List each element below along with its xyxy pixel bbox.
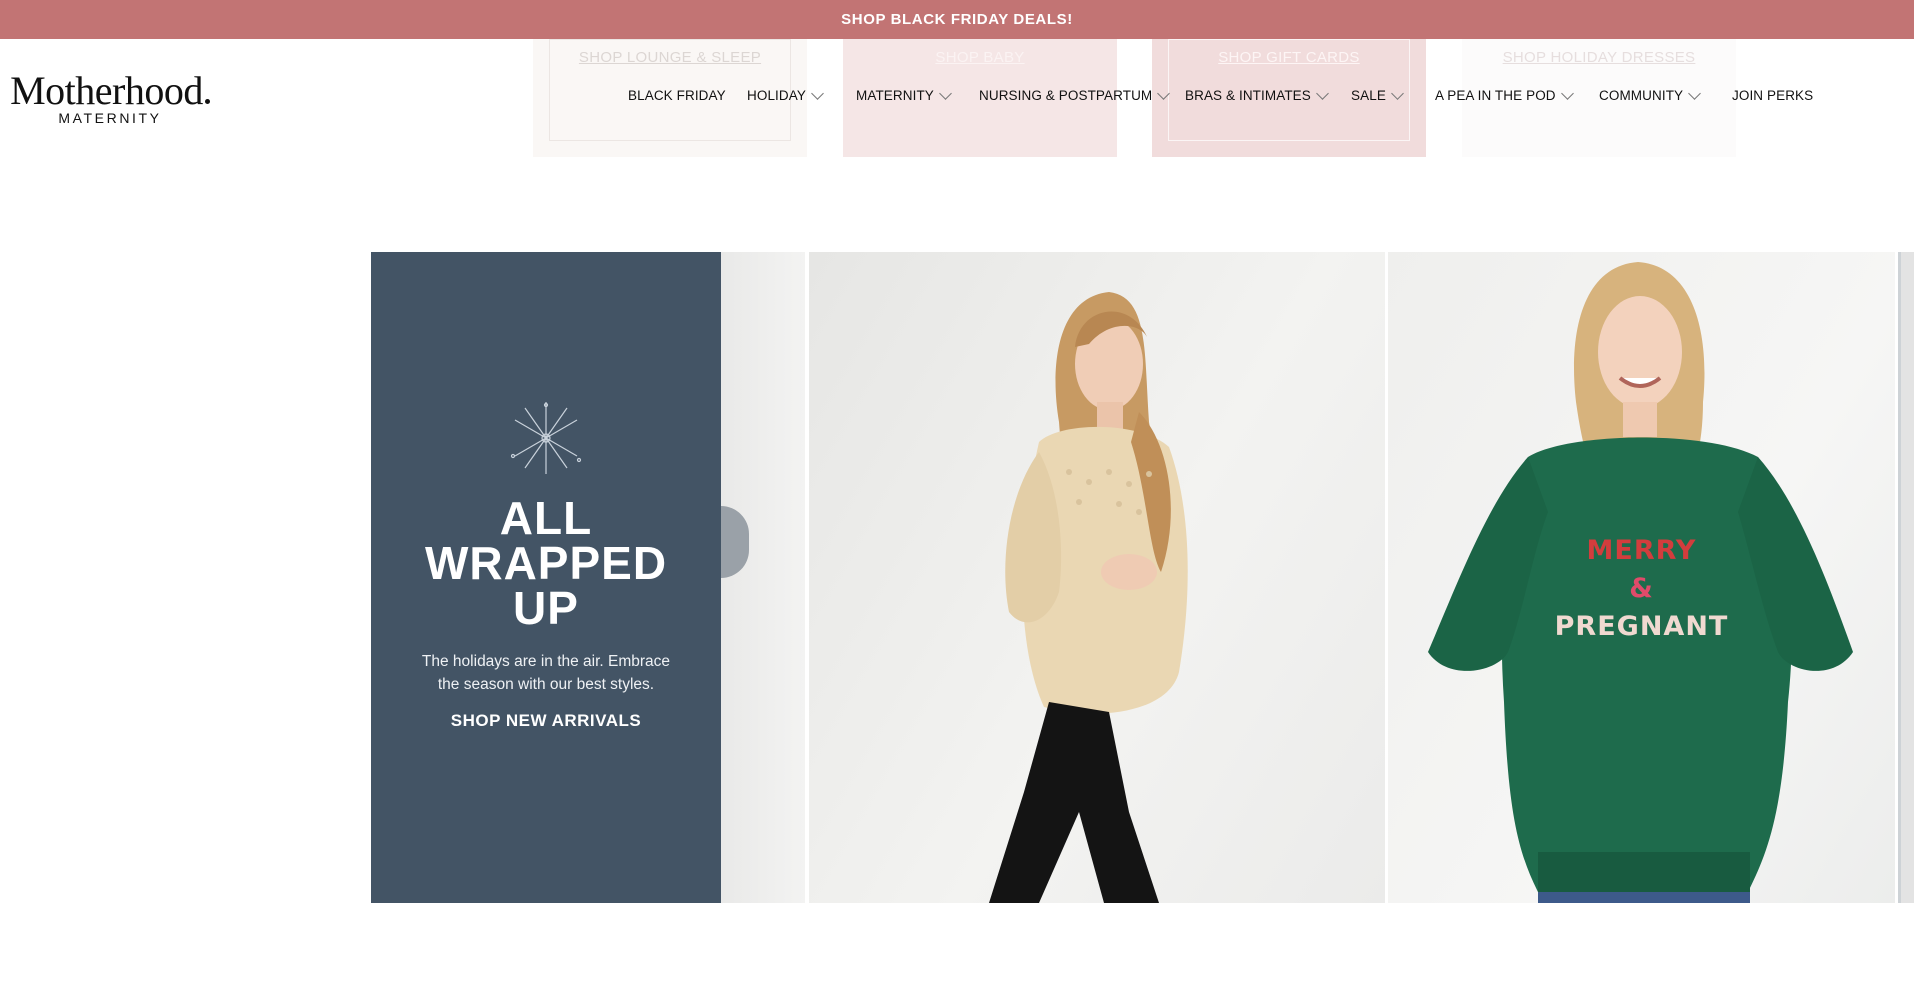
hero-headline-line: ALL <box>499 492 593 544</box>
sweater-print: MERRY & PREGNANT <box>1388 532 1895 646</box>
nav-item-label: BLACK FRIDAY <box>628 88 726 103</box>
category-tile-label[interactable]: SHOP BABY <box>935 49 1024 66</box>
chevron-down-icon <box>1157 86 1171 100</box>
hero-description: The holidays are in the air. Embrace the… <box>421 653 671 693</box>
nav-item-label: NURSING & POSTPARTUM <box>979 88 1153 103</box>
nav-item-label: MATERNITY <box>856 88 934 103</box>
sweater-print-line: & <box>1629 573 1654 604</box>
nav-item-black-friday[interactable]: BLACK FRIDAY <box>628 88 726 103</box>
nav-item-label: COMMUNITY <box>1599 88 1684 103</box>
peek-product-image[interactable] <box>721 252 805 903</box>
nav-item-nursing-postpartum[interactable]: NURSING & POSTPARTUM <box>979 86 1171 103</box>
nav-item-holiday[interactable]: HOLIDAY <box>747 86 824 103</box>
nav-item-join-perks[interactable]: JOIN PERKS <box>1732 88 1813 103</box>
promo-bar: SHOP BLACK FRIDAY DEALS! <box>0 0 1914 39</box>
category-tile-label[interactable]: SHOP LOUNGE & SLEEP <box>579 49 761 66</box>
chevron-down-icon <box>1316 86 1329 100</box>
nav-item-pea-in-the-pod[interactable]: A PEA IN THE POD <box>1435 86 1574 103</box>
chevron-down-icon <box>1688 86 1702 100</box>
nav-item-sale[interactable]: SALE <box>1351 86 1404 103</box>
shop-new-arrivals-link[interactable]: SHOP NEW ARRIVALS <box>451 711 641 730</box>
nav-item-label: HOLIDAY <box>747 88 806 103</box>
hero-promo-panel: ALL WRAPPED UP The holidays are in the a… <box>371 252 721 903</box>
nav-item-bras-intimates[interactable]: BRAS & INTIMATES <box>1185 86 1329 103</box>
nav-item-maternity[interactable]: MATERNITY <box>856 86 952 103</box>
peek-product-shape <box>721 506 749 578</box>
product-image-merry-pregnant-sweatshirt[interactable]: MERRY & PREGNANT <box>1388 252 1895 903</box>
nav-item-label: BRAS & INTIMATES <box>1185 88 1311 103</box>
chevron-down-icon <box>1560 86 1574 100</box>
hero-carousel: ALL WRAPPED UP The holidays are in the a… <box>371 252 1914 903</box>
next-product-image-peek[interactable] <box>1898 252 1914 903</box>
hero-headline: ALL WRAPPED UP <box>371 492 721 634</box>
hero-headline-line: UP <box>513 582 579 634</box>
product-image-cream-sweater[interactable] <box>809 252 1385 903</box>
category-tile-label[interactable]: SHOP GIFT CARDS <box>1218 49 1359 66</box>
chevron-down-icon <box>1391 86 1404 100</box>
main-nav: BLACK FRIDAY HOLIDAY MATERNITY NURSING &… <box>0 86 1914 108</box>
model-illustration <box>989 292 1188 903</box>
sweater-print-line: MERRY <box>1586 535 1697 566</box>
chevron-down-icon <box>811 86 824 100</box>
snowflake-icon <box>510 402 582 474</box>
sweater-print-line: PREGNANT <box>1554 611 1729 642</box>
nav-item-label: A PEA IN THE POD <box>1435 88 1556 103</box>
nav-item-community[interactable]: COMMUNITY <box>1599 86 1702 103</box>
black-friday-deals-link[interactable]: SHOP BLACK FRIDAY DEALS! <box>841 11 1073 28</box>
chevron-down-icon <box>939 86 952 100</box>
category-tile-label[interactable]: SHOP HOLIDAY DRESSES <box>1503 49 1696 66</box>
shop-new-arrivals-cta: SHOP NEW ARRIVALS <box>371 711 721 731</box>
nav-item-label: JOIN PERKS <box>1732 88 1814 103</box>
nav-item-label: SALE <box>1351 88 1386 103</box>
hero-headline-line: WRAPPED <box>424 537 668 589</box>
